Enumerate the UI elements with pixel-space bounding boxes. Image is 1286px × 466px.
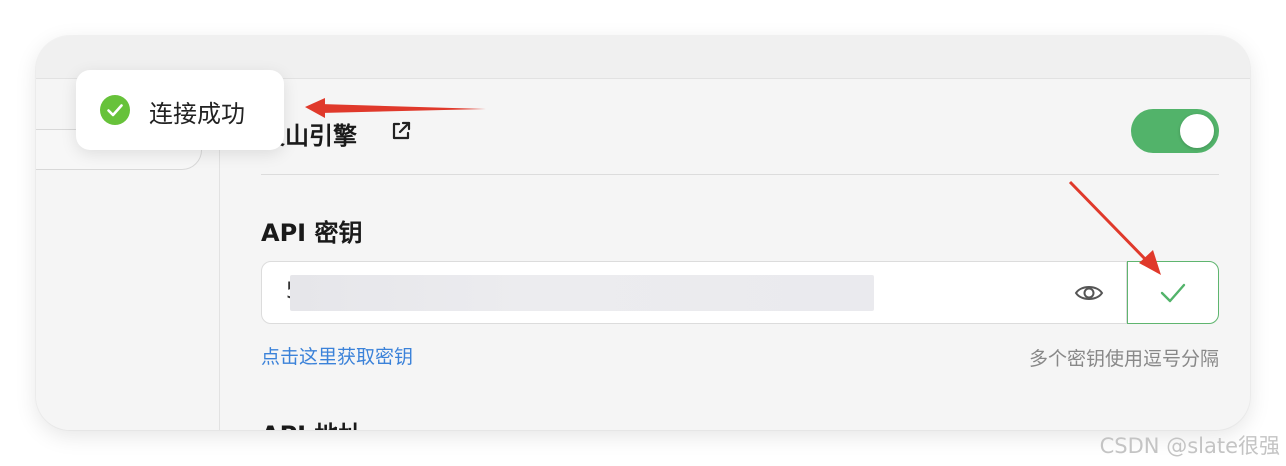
annotation-overlay: [305, 98, 1161, 275]
annotation-arrow-toast: [305, 98, 486, 118]
annotation-arrow-check: [1068, 180, 1161, 275]
watermark: CSDN @slate很强: [1099, 434, 1280, 458]
